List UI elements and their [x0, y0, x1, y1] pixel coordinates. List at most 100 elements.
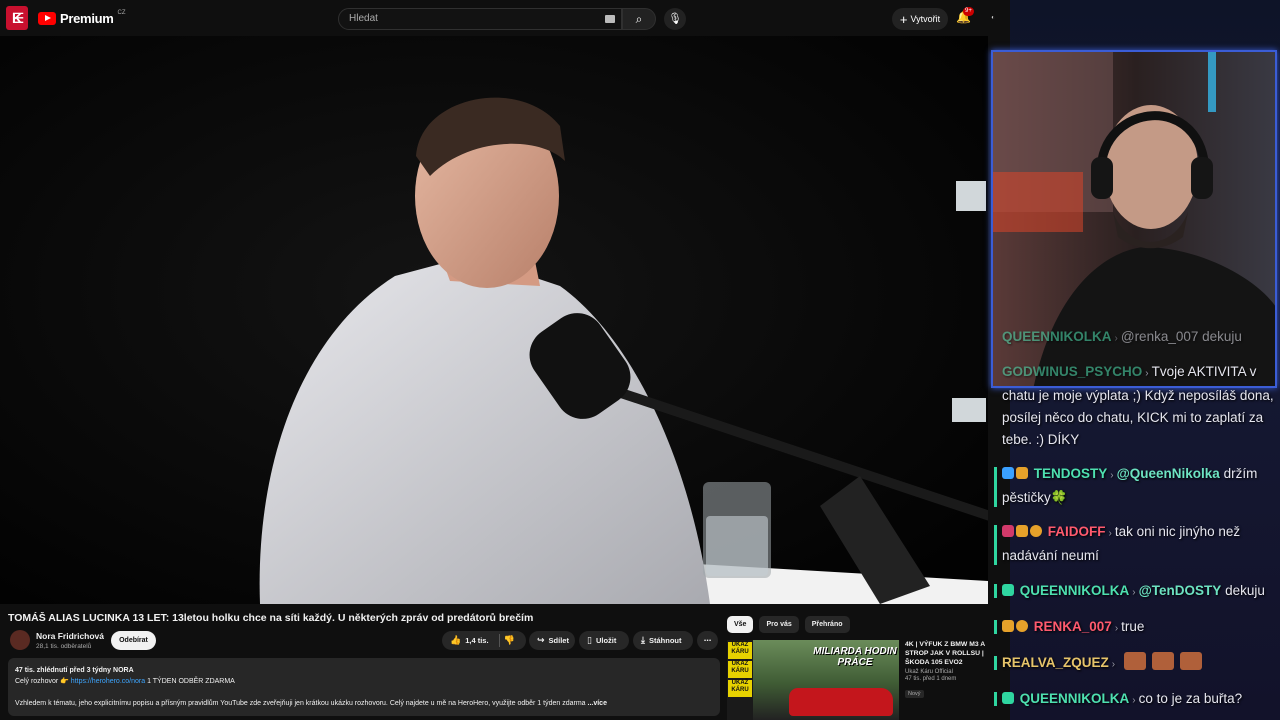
more-icon: ⋯ [703, 636, 712, 645]
bookmark-icon: ▯ [587, 635, 592, 645]
chat-badge-icon [1002, 692, 1014, 704]
chat-username[interactable]: FAIDOFF [1048, 524, 1106, 539]
chat-message: QUEENNIKOLKA › @renka_007 dekuju [994, 326, 1280, 350]
video-player[interactable] [0, 36, 988, 604]
chat-badge-icon [1002, 620, 1014, 632]
keyboard-icon[interactable] [605, 15, 615, 23]
description-more-link[interactable]: ...více [588, 700, 607, 707]
chat-badge-icon [1016, 525, 1028, 537]
youtube-header: K ☰ Premium CZ Hledat ⌕ 🎙 + Vytvořit 🔔 9… [0, 0, 1010, 36]
chat-username[interactable]: QUEENNIKOLKA [1020, 691, 1130, 706]
chat-mention: @QueenNikolka [1116, 466, 1220, 481]
youtube-window: K ☰ Premium CZ Hledat ⌕ 🎙 + Vytvořit 🔔 9… [0, 0, 1010, 720]
download-label: Stáhnout [648, 636, 682, 645]
chip-for-you[interactable]: Pro vás [759, 616, 799, 633]
chat-accent-bar [994, 692, 997, 706]
download-button[interactable]: ⤓ Stáhnout [633, 631, 693, 650]
chat-message: FAIDOFF › tak oni nic jinýho než nadávání … [994, 521, 1280, 567]
subscribe-button[interactable]: Odebírat [111, 631, 156, 650]
chat-text: dekuju [1225, 583, 1265, 598]
microphone-icon: 🎙 [668, 13, 682, 25]
menu-icon[interactable]: ☰ [10, 10, 26, 26]
chat-username[interactable]: TENDOSTY [1034, 466, 1108, 481]
description-line-2-pre: Celý rozhovor 👉 [15, 678, 71, 685]
chip-all[interactable]: Vše [727, 616, 754, 633]
create-button[interactable]: + Vytvořit [892, 8, 948, 30]
voice-search-button[interactable]: 🎙 [664, 8, 686, 30]
chat-accent-bar [994, 584, 997, 598]
thumbnail-car [789, 688, 893, 716]
description-link[interactable]: https://herohero.co/nora [71, 678, 145, 685]
save-button[interactable]: ▯ Uložit [579, 631, 629, 650]
chat-accent-bar [994, 467, 997, 507]
thumbs-down-icon[interactable]: 👎 [504, 635, 515, 646]
chat-badge-icon [1002, 584, 1014, 596]
chat-arrow-icon: › [1132, 587, 1136, 598]
chat-emote-icon [1124, 652, 1147, 670]
search-input[interactable]: Hledat [338, 8, 622, 30]
video-title: TOMÁŠ ALIAS LUCINKA 13 LET: 13letou holk… [8, 612, 534, 624]
chat-mention: @TenDOSTY [1138, 583, 1222, 598]
chat-arrow-icon: › [1114, 333, 1118, 344]
chat-username[interactable]: REALVA_ZQUEZ [1002, 655, 1109, 670]
description-text: Vzhledem k tématu, jeho explicitnímu pop… [15, 700, 586, 707]
chat-emote-icon [1180, 652, 1203, 670]
chat-text: co to je za buřta? [1138, 691, 1243, 706]
chat-arrow-icon: › [1111, 659, 1116, 670]
like-count: 1,4 tis. [465, 636, 489, 645]
stream-chat: QUEENNIKOLKA › @renka_007 dekuju GODWINUS_… [994, 329, 1280, 720]
chat-text: @renka_007 dekuju [1120, 329, 1242, 344]
chat-message: RENKA_007 › true [994, 616, 1280, 640]
channel-avatar[interactable] [10, 630, 30, 650]
chat-accent-bar [994, 656, 997, 670]
description-line-2-post: 1 TÝDEN ODBĚR ZDARMA [145, 678, 235, 685]
like-divider [498, 634, 500, 647]
chat-username[interactable]: RENKA_007 [1034, 619, 1112, 634]
search-placeholder: Hledat [349, 13, 378, 24]
chat-badge-icon [1002, 467, 1014, 479]
thumbs-up-icon: 👍 [450, 635, 462, 645]
chat-username[interactable]: QUEENNIKOLKA [1020, 583, 1130, 598]
thumbnail-strip-label: UKAŽ KÁRU [728, 661, 752, 678]
youtube-logo-region: CZ [117, 9, 126, 16]
channel-name[interactable]: Nora Fridrichová [36, 631, 104, 641]
notifications-button[interactable]: 🔔 9+ [956, 7, 974, 26]
description-box[interactable]: 47 tis. zhlédnutí před 3 týdny NORA Celý… [8, 658, 720, 716]
chat-arrow-icon: › [1108, 528, 1112, 539]
chat-accent-bar [994, 620, 997, 634]
description-line-3: Vzhledem k tématu, jeho explicitnímu pop… [15, 698, 713, 709]
chat-badge-icon [1016, 620, 1028, 632]
youtube-logo-text: Premium [60, 11, 114, 26]
more-actions-button[interactable]: ⋯ [697, 631, 718, 650]
thumbnail-strip-label: UKAŽ KÁRU [728, 642, 752, 659]
chat-arrow-icon: › [1145, 368, 1149, 379]
like-button[interactable]: 👍 1,4 tis. 👎 [442, 631, 526, 650]
recommended-video-thumbnail[interactable]: UKAŽ KÁRU UKAŽ KÁRU UKAŽ KÁRU MILIARDA H… [727, 640, 899, 720]
description-line-2: Celý rozhovor 👉 https://herohero.co/nora… [15, 676, 713, 687]
chat-badge-icon [1002, 525, 1014, 537]
chip-watched[interactable]: Přehráno [804, 616, 850, 633]
thumbnail-strip-label: UKAŽ KÁRU [728, 680, 752, 697]
share-label: Sdílet [548, 636, 569, 645]
chat-badge-icon [1030, 525, 1042, 537]
thumbnail-strip: UKAŽ KÁRU UKAŽ KÁRU UKAŽ KÁRU [727, 640, 753, 720]
chat-arrow-icon: › [1114, 623, 1119, 634]
chat-message: QUEENNIKOLKA › @TenDOSTY dekuju [994, 580, 1280, 604]
account-avatar[interactable]: ◐ [983, 10, 1003, 26]
chat-username[interactable]: GODWINUS_PSYCHO [1002, 364, 1142, 379]
chat-text: true [1121, 619, 1145, 634]
thumbnail-headline: MILIARDA HODIN PRÁCE [813, 646, 897, 668]
share-button[interactable]: ↪ Sdílet [529, 631, 575, 650]
chat-arrow-icon: › [1132, 695, 1136, 706]
description-meta: 47 tis. zhlédnutí před 3 týdny NORA [15, 667, 134, 674]
chat-emote-icon [1152, 652, 1175, 670]
chat-message: TENDOSTY › @QueenNikolka držím pěstičky🍀 [994, 463, 1280, 509]
chat-accent-bar [994, 525, 997, 565]
chat-message: REALVA_ZQUEZ › [994, 652, 1280, 676]
youtube-play-icon [38, 12, 56, 25]
youtube-logo[interactable]: Premium CZ [38, 9, 126, 26]
chat-username[interactable]: QUEENNIKOLKA [1002, 329, 1112, 344]
create-label: Vytvořit [910, 14, 941, 24]
search-button[interactable]: ⌕ [622, 8, 656, 30]
video-frame [0, 36, 988, 604]
